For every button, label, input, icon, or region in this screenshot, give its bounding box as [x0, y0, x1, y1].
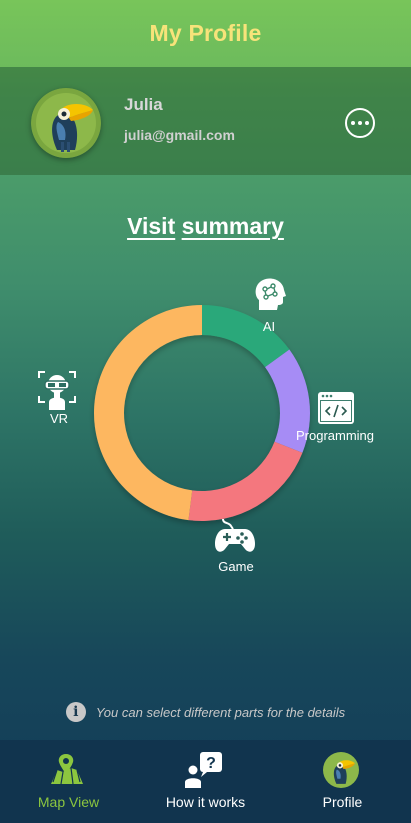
more-options-button[interactable]: [345, 108, 375, 138]
category-label-programming[interactable]: Programming: [294, 428, 376, 443]
code-window-icon[interactable]: [318, 392, 354, 429]
nav-label-how-it-works: How it works: [165, 794, 246, 810]
svg-text:?: ?: [206, 755, 216, 772]
category-label-vr[interactable]: VR: [41, 411, 77, 426]
vr-headset-icon[interactable]: [37, 370, 77, 415]
map-pin-icon: [49, 752, 85, 791]
toucan-avatar-icon: [323, 752, 359, 793]
visit-summary-title: Visit summary: [0, 213, 411, 240]
nav-label-profile: Profile: [322, 794, 363, 810]
profile-card: Julia julia@gmail.com: [0, 67, 411, 175]
more-horizontal-icon: [351, 121, 355, 125]
category-label-ai[interactable]: AI: [253, 319, 285, 334]
toucan-avatar-icon[interactable]: [31, 88, 101, 158]
info-hint: i You can select different parts for the…: [0, 702, 411, 722]
donut-slice-vr[interactable]: [94, 305, 202, 521]
nav-item-how-it-works[interactable]: ? How it works: [137, 740, 274, 823]
visit-summary-chart: AI Programming Game VR: [0, 240, 411, 620]
app-header: My Profile: [0, 0, 411, 67]
visit-summary-title-part1: Visit: [127, 213, 176, 239]
category-label-game[interactable]: Game: [210, 559, 262, 574]
gamepad-icon[interactable]: [215, 516, 255, 561]
brain-head-icon[interactable]: [253, 276, 287, 317]
question-person-icon: ?: [185, 752, 223, 795]
page-title: My Profile: [149, 20, 262, 46]
info-text: You can select different parts for the d…: [95, 704, 346, 720]
user-email: julia@gmail.com: [124, 127, 235, 143]
nav-item-profile[interactable]: Profile: [274, 740, 411, 823]
bottom-navigation: Map View ? How it works Profile: [0, 740, 411, 823]
user-name: Julia: [124, 95, 163, 114]
nav-item-map-view[interactable]: Map View: [0, 740, 137, 823]
info-icon: i: [65, 702, 86, 722]
nav-label-map-view: Map View: [37, 794, 100, 810]
donut-slice-game[interactable]: [188, 441, 303, 521]
visit-summary-title-part2: summary: [181, 213, 284, 239]
